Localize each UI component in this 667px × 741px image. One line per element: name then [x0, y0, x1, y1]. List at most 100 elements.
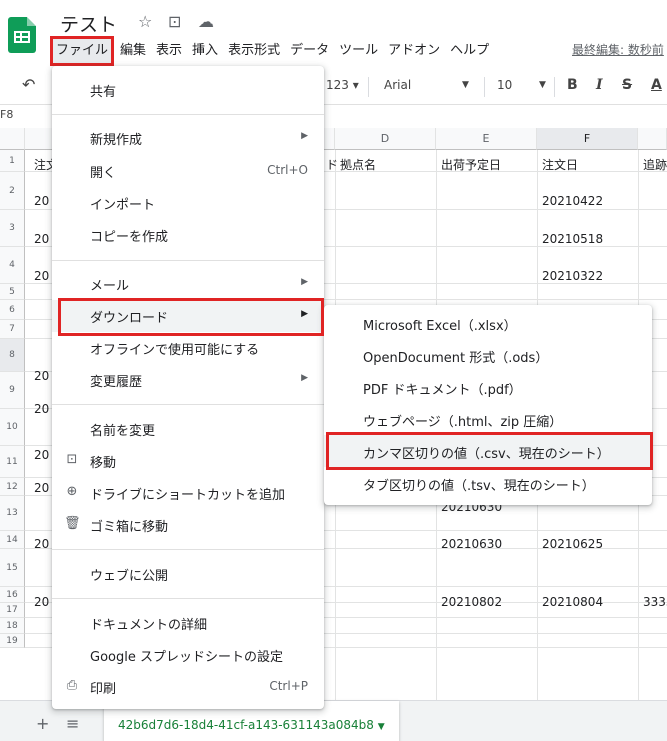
all-sheets-list-icon[interactable]: ≡ — [66, 714, 79, 733]
submenu-arrow-icon: ▶ — [301, 309, 308, 319]
menu-item-open[interactable]: 開く Ctrl+O — [52, 155, 324, 187]
menu-item-download[interactable]: ダウンロード ▶ — [52, 300, 324, 332]
column-header-f[interactable]: F — [537, 128, 638, 150]
cloud-status-icon[interactable]: ☁ — [198, 12, 214, 31]
row-header[interactable]: 8 — [0, 339, 25, 372]
number-format-button[interactable]: 123 ▾ — [326, 78, 359, 92]
cell-f4[interactable]: 20210322 — [542, 269, 603, 283]
menu-item-share[interactable]: 共有 — [52, 74, 324, 106]
row-header[interactable]: 4 — [0, 247, 25, 284]
cell-a15[interactable]: 20 — [34, 595, 49, 609]
menu-file[interactable]: ファイル — [50, 36, 115, 66]
cell-c1[interactable]: ド — [326, 156, 338, 173]
menu-item-details[interactable]: ドキュメントの詳細 — [52, 607, 324, 639]
font-size-select[interactable]: 10 — [497, 78, 512, 92]
menu-item-new[interactable]: 新規作成 ▶ — [52, 122, 324, 154]
row-header[interactable]: 9 — [0, 372, 25, 409]
menu-item-print[interactable]: ⎙ 印刷 Ctrl+P — [52, 671, 324, 703]
download-html[interactable]: ウェブページ（.html、zip 圧縮） — [324, 403, 652, 435]
menu-item-version-history[interactable]: 変更履歴 ▶ — [52, 364, 324, 396]
select-all-corner[interactable] — [0, 128, 25, 150]
cell-a2[interactable]: 20 — [34, 194, 49, 208]
cell-a3[interactable]: 20 — [34, 232, 49, 246]
cell-a4[interactable]: 20 — [34, 269, 49, 283]
text-color-button[interactable]: A — [651, 77, 662, 93]
menu-item-settings[interactable]: Google スプレッドシートの設定 — [52, 639, 324, 671]
menu-item-publish[interactable]: ウェブに公開 — [52, 558, 324, 590]
menu-item-offline[interactable]: オフラインで使用可能にする — [52, 332, 324, 364]
toolbar-divider — [368, 77, 369, 97]
menu-view[interactable]: 表示 — [152, 36, 186, 66]
menu-item-trash[interactable]: 🗑 ゴミ箱に移動 — [52, 509, 324, 541]
menu-item-email[interactable]: メール ▶ — [52, 268, 324, 300]
column-header-d[interactable]: D — [335, 128, 436, 150]
cell-f1[interactable]: 注文日 — [542, 156, 578, 173]
cell-f13[interactable]: 20210625 — [542, 537, 603, 551]
row-header[interactable]: 17 — [0, 603, 25, 618]
menu-item-rename[interactable]: 名前を変更 — [52, 413, 324, 445]
cell-a8[interactable]: 20 — [34, 369, 49, 383]
download-ods[interactable]: OpenDocument 形式（.ods） — [324, 339, 652, 371]
column-header[interactable] — [638, 128, 667, 150]
menu-help[interactable]: ヘルプ — [446, 36, 493, 66]
move-folder-icon[interactable]: ⊡ — [168, 12, 181, 31]
row-header[interactable]: 18 — [0, 618, 25, 634]
cell-f2[interactable]: 20210422 — [542, 194, 603, 208]
download-csv[interactable]: カンマ区切りの値（.csv、現在のシート） — [324, 435, 652, 467]
row-header[interactable]: 2 — [0, 172, 25, 210]
star-icon[interactable]: ☆ — [138, 12, 152, 31]
menu-tools[interactable]: ツール — [335, 36, 382, 66]
menu-item-make-copy[interactable]: コピーを作成 — [52, 219, 324, 251]
row-header[interactable]: 1 — [0, 150, 25, 172]
menu-item-move[interactable]: ⊡ 移動 — [52, 445, 324, 477]
row-header[interactable]: 15 — [0, 549, 25, 587]
row-header[interactable]: 11 — [0, 446, 25, 478]
document-title[interactable]: テスト — [60, 10, 117, 37]
last-edit-link[interactable]: 最終編集: 数秒前 — [572, 41, 664, 58]
row-header[interactable]: 14 — [0, 531, 25, 549]
chevron-down-icon[interactable]: ▼ — [539, 80, 546, 90]
menu-item-import[interactable]: インポート — [52, 187, 324, 219]
cell-d1[interactable]: 拠点名 — [340, 156, 376, 173]
row-header[interactable]: 5 — [0, 284, 25, 300]
strikethrough-button[interactable]: S — [622, 77, 632, 93]
menu-data[interactable]: データ — [286, 36, 333, 66]
download-tsv[interactable]: タブ区切りの値（.tsv、現在のシート） — [324, 467, 652, 499]
name-box[interactable]: F8 — [0, 108, 13, 121]
row-header[interactable]: 7 — [0, 320, 25, 339]
row-header[interactable]: 3 — [0, 210, 25, 247]
row-header[interactable]: 6 — [0, 300, 25, 320]
bold-button[interactable]: B — [567, 77, 578, 93]
row-header[interactable]: 12 — [0, 478, 25, 496]
cell-e1[interactable]: 出荷予定日 — [441, 156, 501, 173]
cell-f3[interactable]: 20210518 — [542, 232, 603, 246]
menu-format[interactable]: 表示形式 — [224, 36, 284, 66]
cell-g1[interactable]: 追跡 — [643, 156, 667, 173]
menu-insert[interactable]: 挿入 — [188, 36, 222, 66]
download-pdf[interactable]: PDF ドキュメント（.pdf） — [324, 371, 652, 403]
move-folder-icon: ⊡ — [66, 452, 78, 467]
cell-e15[interactable]: 20210802 — [441, 595, 502, 609]
font-family-select[interactable]: Arial — [384, 78, 411, 92]
menu-edit[interactable]: 編集 — [116, 36, 150, 66]
row-header[interactable]: 16 — [0, 587, 25, 603]
menu-item-add-shortcut[interactable]: ⊕ ドライブにショートカットを追加 — [52, 477, 324, 509]
download-xlsx[interactable]: Microsoft Excel（.xlsx） — [324, 307, 652, 339]
cell-g15[interactable]: 3333 — [643, 595, 667, 609]
cell-e13[interactable]: 20210630 — [441, 537, 502, 551]
cell-a11[interactable]: 20 — [34, 481, 49, 495]
italic-button[interactable]: I — [596, 77, 603, 93]
add-sheet-icon[interactable]: + — [36, 714, 49, 733]
cell-a13[interactable]: 20 — [34, 537, 49, 551]
menu-addons[interactable]: アドオン — [384, 36, 444, 66]
cell-f15[interactable]: 20210804 — [542, 595, 603, 609]
row-header[interactable]: 10 — [0, 409, 25, 446]
row-header[interactable]: 19 — [0, 634, 25, 648]
column-header-e[interactable]: E — [436, 128, 537, 150]
cell-a10[interactable]: 20 — [34, 448, 49, 462]
cell-a9[interactable]: 20 — [34, 402, 49, 416]
chevron-down-icon[interactable]: ▼ — [462, 80, 469, 90]
row-header[interactable]: 13 — [0, 496, 25, 531]
sheets-logo-icon[interactable] — [8, 17, 36, 53]
undo-icon[interactable]: ↶ — [22, 75, 35, 94]
